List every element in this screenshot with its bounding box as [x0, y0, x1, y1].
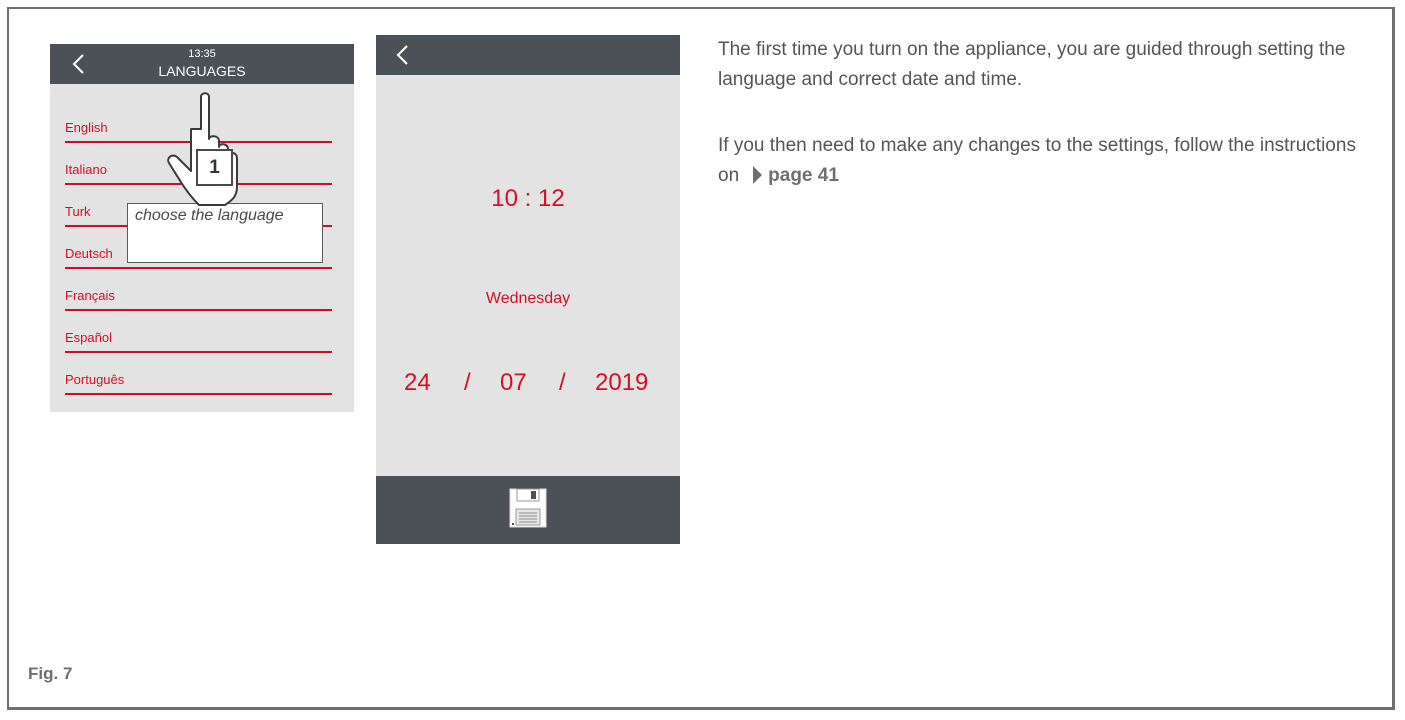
page-reference-link[interactable]: page 41: [768, 165, 839, 186]
date-separator: /: [559, 369, 566, 396]
language-label: Español: [65, 330, 112, 345]
date-day[interactable]: 24: [404, 369, 431, 397]
instruction-paragraph-1: The first time you turn on the appliance…: [718, 39, 1346, 90]
language-item-portugues[interactable]: Português: [65, 353, 332, 395]
datetime-header: [376, 35, 680, 75]
language-label: Português: [65, 372, 125, 387]
time-value[interactable]: 10 : 12: [376, 185, 680, 213]
step-number-badge: 1: [196, 149, 233, 186]
divider: [65, 393, 332, 395]
instruction-paragraph-2: If you then need to make any changes to …: [718, 131, 1378, 191]
callout-box: choose the language: [127, 203, 323, 263]
language-label: Italiano: [65, 162, 107, 177]
language-label: Français: [65, 288, 115, 303]
date-separator: /: [464, 369, 471, 396]
chevron-left-icon[interactable]: [394, 44, 414, 66]
weekday-value[interactable]: Wednesday: [376, 289, 680, 309]
figure-label: Fig. 7: [28, 664, 73, 683]
datetime-screen: 10 : 12 Wednesday 24 / 07 / 2019: [376, 35, 680, 544]
languages-header: 13:35 LANGUAGES: [50, 44, 354, 84]
header-time: 13:35: [188, 48, 216, 60]
figure-frame: 13:35 LANGUAGES English Italiano Turk De…: [7, 7, 1395, 710]
page-title: LANGUAGES: [158, 63, 246, 79]
date-year[interactable]: 2019: [595, 369, 648, 397]
callout-text: choose the language: [135, 207, 284, 224]
language-item-francais[interactable]: Français: [65, 269, 332, 311]
language-label: Turk: [65, 204, 91, 219]
language-item-espanol[interactable]: Español: [65, 311, 332, 353]
datetime-footer: [376, 476, 680, 544]
language-label: English: [65, 120, 108, 135]
page-reference-arrow-icon: [753, 166, 763, 184]
date-month[interactable]: 07: [500, 369, 527, 397]
language-label: Deutsch: [65, 246, 113, 261]
floppy-disk-icon[interactable]: [509, 488, 547, 528]
